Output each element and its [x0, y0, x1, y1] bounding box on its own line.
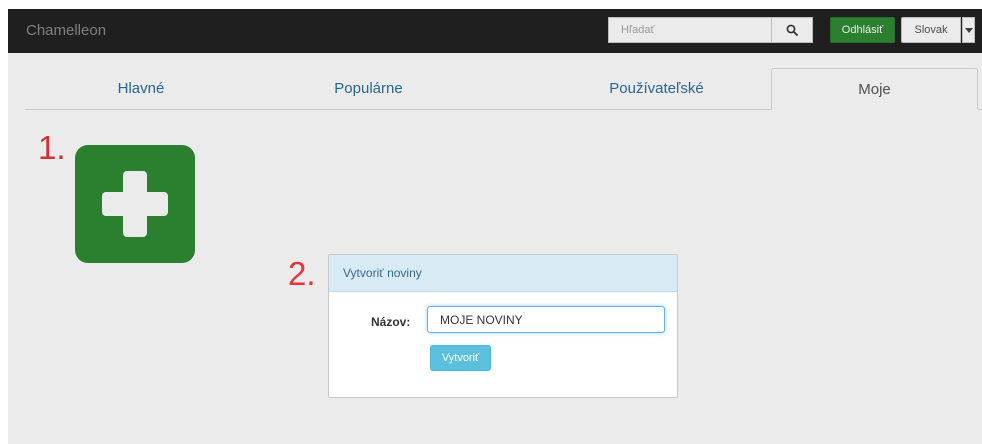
create-newspaper-dialog: Vytvoriť noviny Názov: Vytvoriť — [328, 254, 678, 398]
create-button[interactable]: Vytvoriť — [430, 345, 491, 371]
step-2-annotation: 2. — [288, 255, 316, 292]
dialog-title: Vytvoriť noviny — [329, 255, 677, 292]
app-frame: Chamelleon Odhlásiť Slovak Hlavné Populá… — [8, 9, 982, 444]
name-field-label: Názov: — [371, 315, 411, 329]
name-field[interactable] — [427, 306, 665, 333]
